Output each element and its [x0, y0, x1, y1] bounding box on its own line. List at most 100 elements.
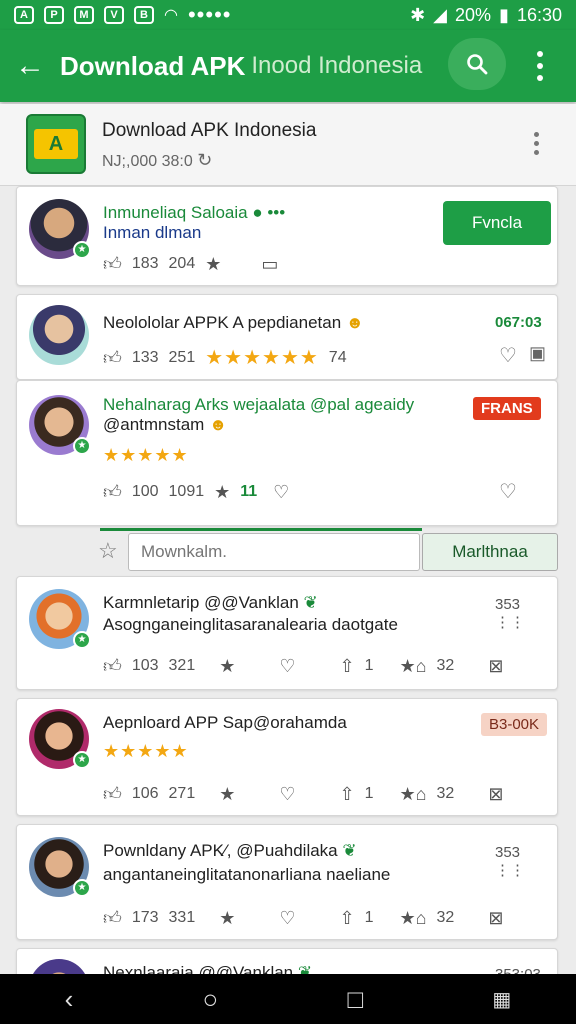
home-star-icon[interactable]: ★⌂	[400, 908, 427, 929]
heart-icon[interactable]: ♡	[499, 343, 517, 368]
star-icon[interactable]: ★	[219, 656, 235, 677]
like-icon[interactable]: 👍︎	[103, 907, 122, 929]
rating-value: 11	[240, 483, 258, 500]
rating-stars: ★★★★★	[103, 445, 189, 465]
like-count: 183	[131, 255, 159, 272]
app-header: A Download APK Indonesia NJ;,000 38:0 ↻	[0, 104, 576, 186]
star-icon[interactable]: ★	[219, 908, 235, 929]
comment-count: 321	[168, 657, 196, 674]
heart-icon[interactable]: ♡	[499, 479, 517, 504]
list-item[interactable]: ★ Karmnletarip @@Vanklan ❦ Asognganeingl…	[16, 576, 558, 690]
app-bar: ← Download APK Inood Indonesia	[0, 30, 576, 102]
star-icon[interactable]: ★	[214, 482, 230, 503]
notification-icon: M	[74, 6, 94, 24]
like-icon[interactable]: 👍︎	[103, 347, 122, 369]
notification-icon: A	[14, 6, 34, 24]
refresh-icon[interactable]: ↻	[197, 150, 212, 170]
comment-icon[interactable]: ▭	[261, 254, 278, 275]
report-icon[interactable]: ⊠	[488, 908, 503, 929]
avatar: ★	[29, 837, 91, 897]
report-icon[interactable]: ⊠	[488, 656, 503, 677]
search-button[interactable]	[448, 38, 506, 90]
list-item[interactable]: ★ Pownldany APK⁄, @Puahdilaka ❦ angantan…	[16, 824, 558, 940]
battery-percent: 20%	[455, 4, 492, 25]
list-item[interactable]: Neolololar APPK A pepdianetan ☻ 👍︎ 133 2…	[16, 294, 558, 380]
like-icon[interactable]: 👍︎	[103, 655, 122, 677]
heart-icon[interactable]: ♡	[279, 784, 295, 805]
app-switch-icon[interactable]: ▦	[492, 987, 511, 1012]
bookmark-icon[interactable]: ▣	[529, 343, 546, 364]
app-name: Download APK Indonesia	[102, 120, 317, 141]
like-icon[interactable]: 👍︎	[103, 253, 122, 275]
clock: 16:30	[516, 4, 562, 25]
share-count: 1	[364, 657, 374, 674]
more-notifications-icon: •••••	[187, 2, 232, 27]
like-count: 106	[131, 785, 159, 802]
app-menu-icon[interactable]	[534, 132, 539, 155]
like-count: 173	[131, 909, 159, 926]
app-logo: A	[26, 114, 86, 174]
count: 32	[436, 785, 455, 802]
battery-icon: ▮	[499, 4, 509, 25]
share-count: 1	[364, 909, 374, 926]
share-icon[interactable]: ⇧	[340, 908, 355, 929]
post-author[interactable]: Karmnletarip @@Vanklan ❦	[103, 593, 318, 613]
status-bar: A P M V B ◠ ••••• ✱ ◢ 20% ▮ 16:30	[0, 0, 576, 30]
favorite-icon[interactable]: ☆	[98, 538, 118, 564]
list-item[interactable]: ★ Inmuneliaq Saloaia ● ••• Inman dlman 👍…	[16, 186, 558, 286]
rating-count: 74	[328, 348, 347, 366]
list-item[interactable]: ★ Aepnloard APP Sap@orahamda ★★★★★ 👍︎ 10…	[16, 698, 558, 816]
star-icon[interactable]: ★	[219, 784, 235, 805]
share-icon[interactable]: ⇧	[340, 784, 355, 805]
count: 32	[436, 657, 455, 674]
follow-button[interactable]: Fvncla	[443, 201, 551, 245]
post-author[interactable]: Nehalnarag Arks wejaalata @pal ageaidy	[103, 395, 414, 415]
comment-count: 251	[168, 348, 196, 366]
heart-icon[interactable]: ♡	[279, 908, 295, 929]
list-item[interactable]: ★ Nehalnarag Arks wejaalata @pal ageaidy…	[16, 380, 558, 526]
search-icon	[467, 54, 488, 75]
heart-icon[interactable]: ♡	[279, 656, 295, 677]
recents-icon[interactable]: □	[347, 984, 363, 1015]
like-icon[interactable]: 👍︎	[103, 481, 122, 503]
star-icon[interactable]: ★	[205, 254, 221, 275]
avatar: ★	[29, 709, 91, 769]
wifi-icon: ◠	[164, 7, 178, 24]
comment-input[interactable]	[128, 533, 420, 571]
rating-stars: ★★★★★	[103, 741, 189, 761]
timestamp: 067:03	[495, 314, 542, 331]
back-arrow-icon[interactable]: ←	[0, 49, 60, 83]
avatar	[29, 305, 89, 365]
notification-icon: V	[104, 6, 124, 24]
share-count: 1	[364, 785, 374, 802]
signal-icon: ◢	[433, 4, 448, 25]
report-icon[interactable]: ⊠	[488, 784, 503, 805]
bluetooth-icon: ✱	[410, 4, 426, 25]
notification-icon: B	[134, 6, 154, 24]
post-text: Asognganeinglitasaranalearia daotgate	[103, 615, 398, 634]
post-author[interactable]: Aepnloard APP Sap@orahamda	[103, 713, 347, 733]
count: 32	[436, 909, 455, 926]
heart-icon[interactable]: ♡	[273, 482, 289, 503]
status-badge: B3-00K	[481, 713, 548, 736]
post-author[interactable]: Inmuneliaq Saloaia ● •••	[103, 203, 285, 223]
share-icon[interactable]: ⇧	[340, 656, 355, 677]
home-icon[interactable]: ○	[203, 984, 219, 1015]
overflow-menu-icon[interactable]	[528, 48, 552, 84]
comment-input-row: ☆ Marlthnaa	[0, 528, 576, 576]
back-icon[interactable]: ‹	[65, 984, 74, 1015]
submit-button[interactable]: Marlthnaa	[422, 533, 558, 571]
home-star-icon[interactable]: ★⌂	[400, 784, 427, 805]
like-count: 100	[131, 483, 159, 500]
post-text: angantaneinglitatanonarliana naeliane	[103, 865, 391, 884]
post-author[interactable]: Neolololar APPK A pepdianetan ☻	[103, 313, 364, 333]
app-bar-subtitle: Inood Indonesia	[251, 52, 423, 79]
post-author[interactable]: Pownldany APK⁄, @Puahdilaka ❦	[103, 841, 357, 861]
like-icon[interactable]: 👍︎	[103, 783, 122, 805]
timestamp: 353 ⋮⋮	[495, 844, 525, 879]
comment-count: 1091	[168, 483, 205, 500]
like-count: 133	[131, 348, 159, 366]
comment-count: 331	[168, 909, 196, 926]
home-star-icon[interactable]: ★⌂	[400, 656, 427, 677]
app-bar-title: Download APK	[60, 50, 246, 81]
